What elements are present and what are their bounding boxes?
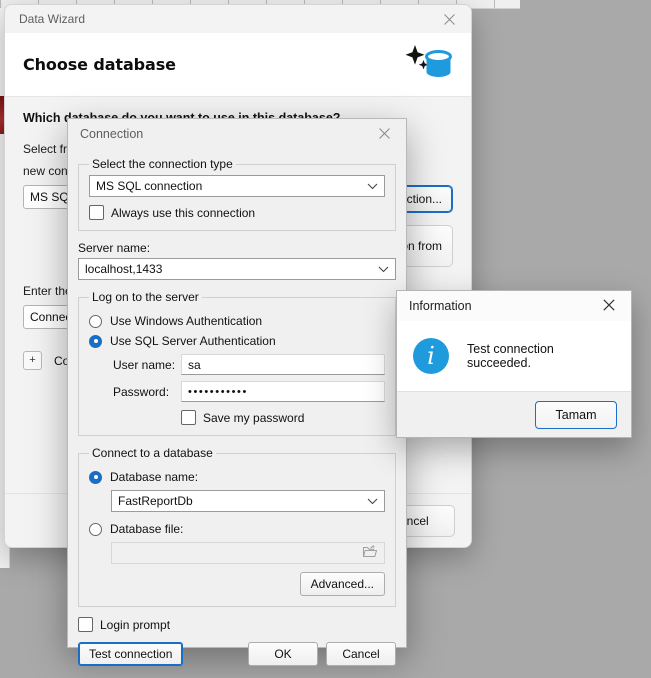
user-name-row: User name: sa (89, 354, 385, 375)
close-icon[interactable] (362, 119, 406, 147)
database-file-radio[interactable] (89, 523, 102, 536)
password-label: Password: (89, 385, 181, 399)
data-wizard-titlebar: Data Wizard (5, 5, 471, 33)
connection-content: Select the connection type MS SQL connec… (68, 149, 406, 617)
advanced-row: Advanced... (89, 572, 385, 596)
database-name-radio[interactable] (89, 471, 102, 484)
connection-dialog: Connection Select the connection type MS… (67, 118, 407, 648)
sql-auth-row[interactable]: Use SQL Server Authentication (89, 334, 385, 348)
information-message-area: i Test connection succeeded. (397, 321, 631, 391)
connection-type-legend: Select the connection type (89, 157, 236, 171)
ok-button[interactable]: OK (248, 642, 318, 666)
database-file-input[interactable] (111, 542, 385, 564)
data-wizard-title: Data Wizard (19, 12, 85, 26)
always-use-connection-label: Always use this connection (111, 206, 255, 220)
sql-auth-label: Use SQL Server Authentication (110, 334, 276, 348)
info-icon: i (413, 338, 449, 374)
information-dialog: Information i Test connection succeeded.… (396, 290, 632, 438)
connection-bottom: Login prompt Test connection OK Cancel (68, 617, 406, 678)
chevron-down-icon (367, 179, 378, 193)
connection-dialog-title: Connection (80, 127, 143, 141)
always-use-connection-row[interactable]: Always use this connection (89, 205, 385, 220)
close-icon[interactable] (587, 291, 631, 319)
database-group-legend: Connect to a database (89, 446, 216, 460)
information-dialog-title: Information (409, 299, 472, 313)
advanced-button[interactable]: Advanced... (300, 572, 385, 596)
chevron-down-icon (378, 262, 389, 276)
server-name-select[interactable]: localhost,1433 (78, 258, 396, 280)
database-name-select[interactable]: FastReportDb (111, 490, 385, 512)
database-sparkle-icon (405, 41, 453, 88)
sql-auth-radio[interactable] (89, 335, 102, 348)
info-icon-glyph: i (427, 344, 435, 368)
connection-button-bar: Test connection OK Cancel (78, 642, 396, 666)
test-connection-button[interactable]: Test connection (78, 642, 183, 666)
database-name-value: FastReportDb (118, 494, 193, 508)
database-name-row[interactable]: Database name: (89, 470, 385, 484)
always-use-connection-checkbox[interactable] (89, 205, 104, 220)
data-wizard-header: Choose database (5, 33, 471, 97)
windows-auth-label: Use Windows Authentication (110, 314, 262, 328)
login-prompt-label: Login prompt (100, 618, 170, 632)
page-title: Choose database (23, 55, 176, 74)
connection-type-select[interactable]: MS SQL connection (89, 175, 385, 197)
information-message-text: Test connection succeeded. (467, 342, 615, 370)
logon-group-legend: Log on to the server (89, 290, 202, 304)
close-icon[interactable] (427, 5, 471, 33)
database-file-label: Database file: (110, 522, 183, 536)
save-password-checkbox[interactable] (181, 410, 196, 425)
database-file-row[interactable]: Database file: (89, 522, 385, 536)
login-prompt-checkbox[interactable] (78, 617, 93, 632)
windows-auth-row[interactable]: Use Windows Authentication (89, 314, 385, 328)
user-name-label: User name: (89, 358, 181, 372)
plus-icon[interactable]: + (23, 351, 42, 370)
login-prompt-row[interactable]: Login prompt (78, 617, 396, 632)
information-titlebar: Information (397, 291, 631, 321)
chevron-down-icon (367, 494, 378, 508)
folder-open-icon[interactable] (363, 545, 378, 561)
password-row: Password: ••••••••••• (89, 381, 385, 402)
password-input[interactable]: ••••••••••• (181, 381, 385, 402)
information-ok-button[interactable]: Tamam (535, 401, 617, 429)
logon-group: Log on to the server Use Windows Authent… (78, 290, 396, 436)
cancel-button[interactable]: Cancel (326, 642, 396, 666)
save-password-label: Save my password (203, 411, 304, 425)
database-name-label: Database name: (110, 470, 198, 484)
connection-type-group: Select the connection type MS SQL connec… (78, 157, 396, 231)
connection-type-value: MS SQL connection (96, 179, 202, 193)
database-group: Connect to a database Database name: Fas… (78, 446, 396, 607)
information-footer: Tamam (397, 391, 631, 437)
connection-titlebar: Connection (68, 119, 406, 149)
server-name-label: Server name: (78, 241, 396, 255)
server-name-value: localhost,1433 (85, 262, 162, 276)
windows-auth-radio[interactable] (89, 315, 102, 328)
save-password-row[interactable]: Save my password (181, 410, 385, 425)
user-name-input[interactable]: sa (181, 354, 385, 375)
